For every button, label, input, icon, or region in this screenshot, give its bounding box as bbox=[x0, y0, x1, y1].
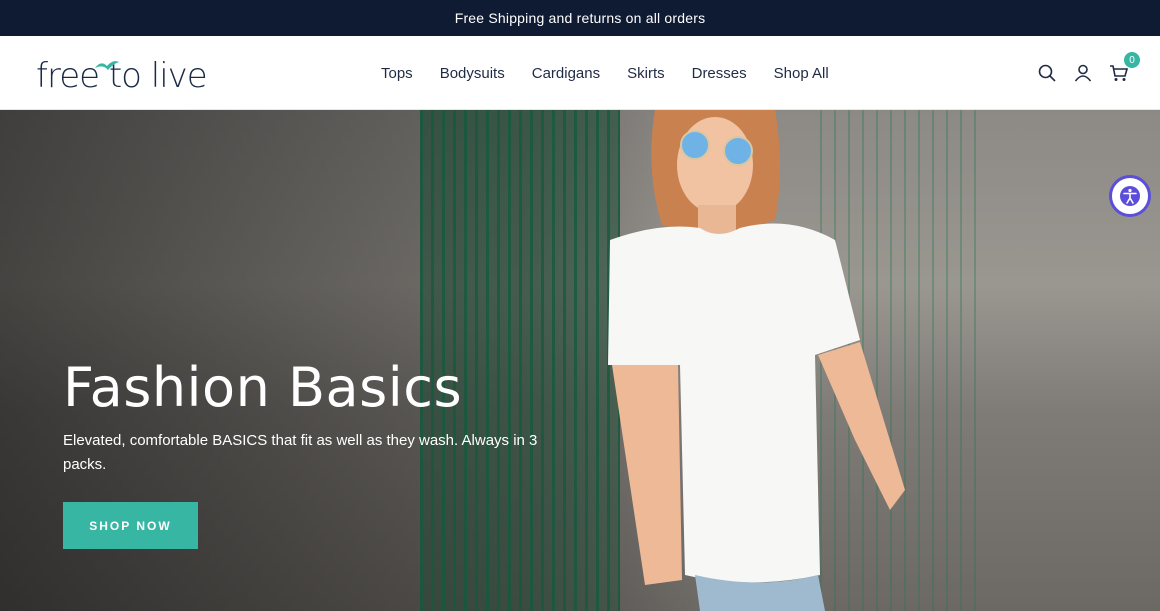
search-icon[interactable] bbox=[1036, 62, 1058, 84]
accessibility-icon bbox=[1120, 186, 1140, 206]
nav-item-shop-all[interactable]: Shop All bbox=[774, 65, 829, 82]
hero-title: Fashion Basics bbox=[63, 356, 463, 419]
header-icons: 0 bbox=[1036, 36, 1140, 110]
hero-text-block: Fashion Basics Elevated, comfortable BAS… bbox=[63, 358, 583, 477]
logo-text: free to live bbox=[36, 56, 208, 96]
accessibility-widget-button[interactable] bbox=[1109, 175, 1151, 217]
hero-model-image bbox=[608, 110, 905, 611]
cart-icon[interactable]: 0 bbox=[1108, 52, 1140, 84]
nav-item-bodysuits[interactable]: Bodysuits bbox=[440, 65, 505, 82]
nav-item-cardigans[interactable]: Cardigans bbox=[532, 65, 600, 82]
main-nav: Tops Bodysuits Cardigans Skirts Dresses … bbox=[381, 36, 856, 110]
announcement-text: Free Shipping and returns on all orders bbox=[454, 10, 706, 26]
hero-subtitle: Elevated, comfortable BASICS that fit as… bbox=[63, 432, 538, 474]
hero-banner: Fashion Basics Elevated, comfortable BAS… bbox=[0, 110, 1160, 611]
bird-icon bbox=[95, 61, 119, 70]
user-icon[interactable] bbox=[1072, 62, 1094, 84]
site-header: free to live Tops Bodysuits Cardigans Sk… bbox=[0, 36, 1160, 110]
shop-now-button[interactable]: SHOP NOW bbox=[63, 502, 198, 549]
cart-count-badge: 0 bbox=[1124, 52, 1140, 68]
nav-item-dresses[interactable]: Dresses bbox=[692, 65, 747, 82]
announcement-bar: Free Shipping and returns on all orders bbox=[0, 0, 1160, 36]
logo[interactable]: free to live bbox=[36, 52, 208, 96]
nav-item-skirts[interactable]: Skirts bbox=[627, 65, 665, 82]
nav-item-tops[interactable]: Tops bbox=[381, 65, 413, 82]
